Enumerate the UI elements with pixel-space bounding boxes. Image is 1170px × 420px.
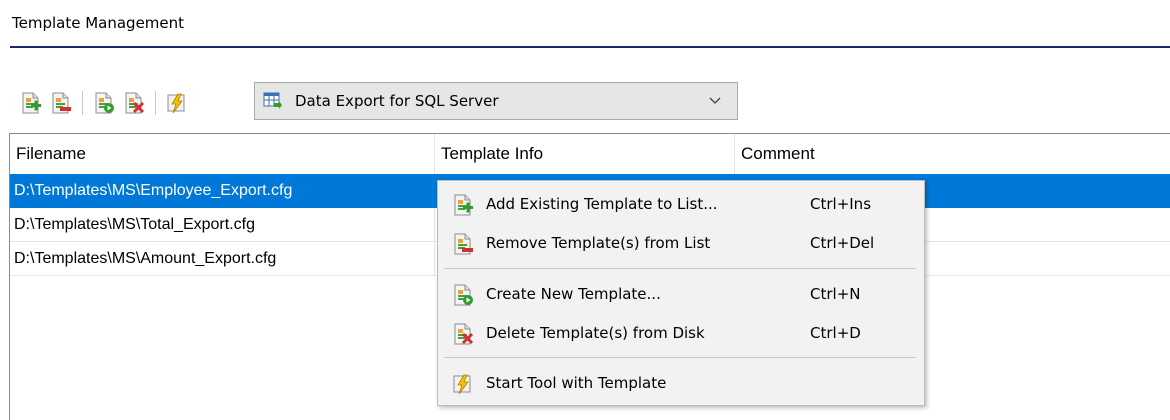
start-tool-button[interactable] <box>162 86 192 120</box>
menu-separator <box>444 357 916 358</box>
create-template-button[interactable] <box>89 86 119 120</box>
column-header-comment[interactable]: Comment <box>735 134 1170 174</box>
start-tool-icon <box>453 374 471 395</box>
menu-item-shortcut: Ctrl+N <box>810 285 861 303</box>
filename-cell: D:\Templates\MS\Amount_Export.cfg <box>10 242 435 275</box>
menu-item-shortcut: Ctrl+D <box>810 324 861 342</box>
chevron-down-icon <box>705 96 725 106</box>
column-header-template-info[interactable]: Template Info <box>435 134 735 174</box>
menu-item-label: Add Existing Template to List... <box>486 195 718 213</box>
delete-template-icon <box>125 92 145 114</box>
grid-header: Filename Template Info Comment <box>10 134 1170 175</box>
filename-cell: D:\Templates\MS\Total_Export.cfg <box>10 208 435 241</box>
toolbar-separator <box>155 91 156 115</box>
add-template-button[interactable] <box>16 86 46 120</box>
tool-select[interactable]: Data Export for SQL Server <box>254 82 738 120</box>
create-template-icon <box>95 92 114 114</box>
menu-separator <box>444 268 916 269</box>
context-menu: Add Existing Template to List... Ctrl+In… <box>437 180 925 406</box>
delete-template-button[interactable] <box>119 86 149 120</box>
menu-item-label: Remove Template(s) from List <box>486 234 711 252</box>
add-template-icon <box>454 194 473 216</box>
menu-item-label: Start Tool with Template <box>486 374 667 392</box>
menu-item-shortcut: Ctrl+Del <box>810 234 875 252</box>
create-template-icon <box>454 284 473 306</box>
window-title: Template Management <box>12 14 185 32</box>
tool-select-value: Data Export for SQL Server <box>295 92 499 110</box>
start-tool-icon <box>167 93 185 114</box>
data-export-icon <box>263 90 285 112</box>
menu-item-start-tool[interactable]: Start Tool with Template <box>440 365 922 401</box>
menu-item-label: Create New Template... <box>486 285 661 303</box>
filename-cell: D:\Templates\MS\Employee_Export.cfg <box>10 174 435 207</box>
remove-template-button[interactable] <box>46 86 76 120</box>
menu-item-add-existing-template[interactable]: Add Existing Template to List... Ctrl+In… <box>440 186 922 222</box>
remove-template-icon <box>52 92 71 114</box>
menu-item-delete-template[interactable]: Delete Template(s) from Disk Ctrl+D <box>440 315 922 351</box>
remove-template-icon <box>454 233 473 255</box>
delete-template-icon <box>454 323 474 345</box>
title-rule <box>10 46 1170 48</box>
column-header-filename[interactable]: Filename <box>10 134 435 174</box>
menu-item-shortcut: Ctrl+Ins <box>810 195 872 213</box>
menu-item-remove-template[interactable]: Remove Template(s) from List Ctrl+Del <box>440 225 922 261</box>
toolbar <box>16 84 192 122</box>
add-template-icon <box>22 92 41 114</box>
menu-item-label: Delete Template(s) from Disk <box>486 324 705 342</box>
toolbar-separator <box>82 91 83 115</box>
menu-item-create-template[interactable]: Create New Template... Ctrl+N <box>440 276 922 312</box>
